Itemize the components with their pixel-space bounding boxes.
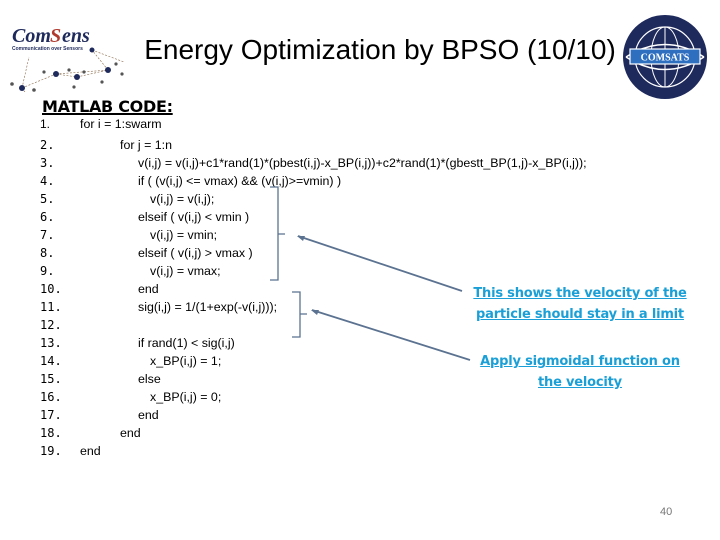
annotation-velocity-limit: This shows the velocity of the particle … [460,283,700,325]
arrowhead-icon [311,310,319,315]
annotation-arrows [270,186,471,361]
arrowhead-icon [297,236,305,241]
annotation-line: the velocity [538,375,622,390]
arrow-sigmoid [311,309,471,361]
page-number: 40 [660,506,673,518]
annotation-sigmoid: Apply sigmoidal function on the velocity [460,351,700,393]
annotation-line: This shows the velocity of the [473,286,687,301]
bracket-velocity-limit [270,186,285,281]
bracket-sigmoid [292,291,307,338]
arrow-velocity-limit [297,235,463,292]
annotation-line: particle should stay in a limit [476,307,684,322]
annotation-line: Apply sigmoidal function on [480,354,680,369]
